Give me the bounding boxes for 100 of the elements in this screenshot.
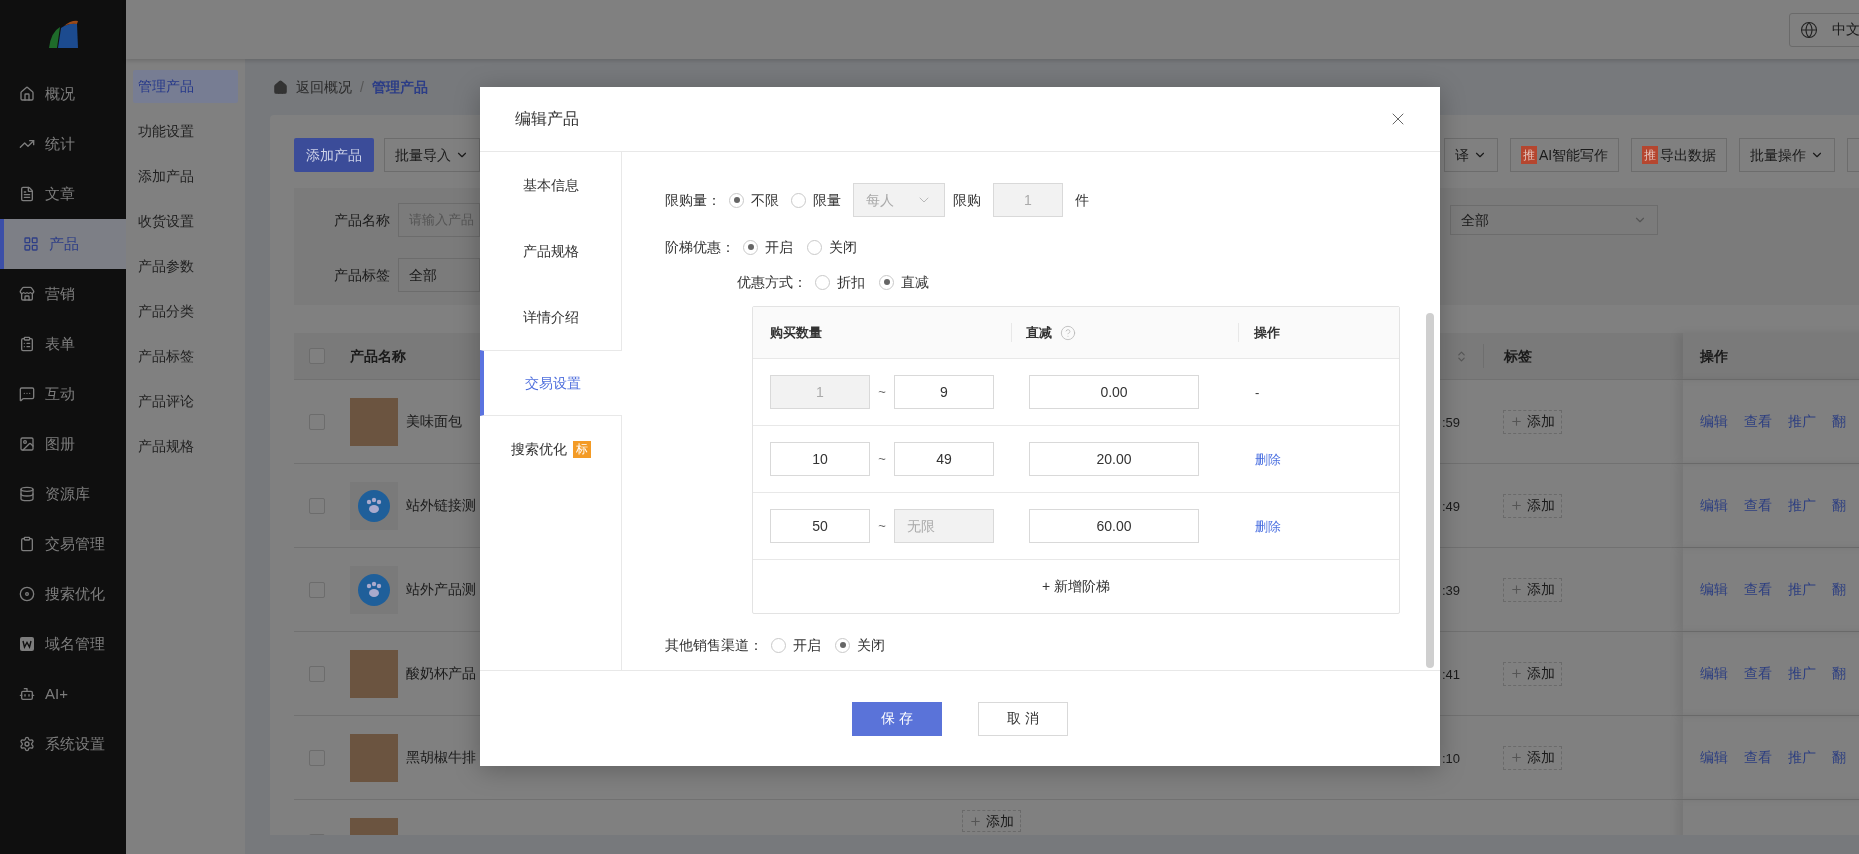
add-tag-button[interactable]: 添加 bbox=[1503, 493, 1562, 518]
add-tag-button[interactable]: 添加 bbox=[1503, 745, 1562, 770]
submenu-item[interactable]: 添加产品 bbox=[133, 160, 238, 193]
dropdown-button[interactable]: 译 bbox=[1444, 138, 1498, 172]
language-selector[interactable]: 中文 bbox=[1789, 12, 1859, 47]
nav-item[interactable]: 营销 bbox=[0, 269, 126, 319]
add-tag-button[interactable]: 添加 bbox=[1503, 577, 1562, 602]
promo-badge: 推 bbox=[1642, 146, 1659, 164]
amount-field[interactable]: 20.00 bbox=[1029, 442, 1199, 476]
product-name[interactable]: 站外链接测 bbox=[406, 495, 476, 516]
nav-item[interactable]: 表单 bbox=[0, 319, 126, 369]
batch-import-button[interactable]: 批量导入 bbox=[384, 138, 480, 172]
action-link[interactable]: 查看 bbox=[1744, 411, 1772, 432]
plus-icon bbox=[1510, 583, 1523, 596]
save-button[interactable]: 保 存 bbox=[852, 701, 942, 736]
document-icon bbox=[19, 186, 35, 202]
dialog-tab[interactable]: 交易设置 bbox=[480, 350, 622, 416]
nav-item[interactable]: 域名管理 bbox=[0, 619, 126, 669]
action-link[interactable]: 编辑 bbox=[1700, 495, 1728, 516]
nav-item[interactable]: AI+ bbox=[0, 669, 126, 719]
range-separator: ~ bbox=[877, 517, 887, 536]
tag-select[interactable]: 全部 bbox=[398, 258, 480, 292]
dialog-tab[interactable]: 搜索优化 标 bbox=[480, 416, 622, 482]
dialog-tab[interactable]: 基本信息 bbox=[480, 152, 622, 218]
action-link[interactable]: 推广 bbox=[1788, 663, 1816, 684]
action-link[interactable]: 查看 bbox=[1744, 747, 1772, 768]
submenu-item[interactable]: 产品参数 bbox=[133, 250, 238, 283]
add-tag-button[interactable]: 添加 bbox=[962, 810, 1021, 832]
nav-item[interactable]: 统计 bbox=[0, 119, 126, 169]
help-icon[interactable] bbox=[1060, 324, 1076, 341]
action-link[interactable]: 编辑 bbox=[1700, 411, 1728, 432]
filter-select[interactable]: 全部 bbox=[1450, 205, 1658, 235]
action-link[interactable]: 翻 bbox=[1832, 495, 1846, 516]
toolbar-button[interactable]: 推 AI智能写作 bbox=[1510, 138, 1620, 172]
add-tier-button[interactable]: + 新增阶梯 bbox=[1041, 576, 1111, 597]
radio-label: 不限 bbox=[751, 190, 779, 210]
action-link[interactable]: 翻 bbox=[1832, 663, 1846, 684]
add-tag-button[interactable]: 添加 bbox=[1503, 409, 1562, 434]
min-quantity-field[interactable]: 10 bbox=[770, 442, 870, 476]
add-tag-button[interactable]: 添加 bbox=[1503, 661, 1562, 686]
submenu-item[interactable]: 管理产品 bbox=[133, 70, 238, 103]
submenu-item[interactable]: 收货设置 bbox=[133, 205, 238, 238]
submenu-item[interactable]: 产品规格 bbox=[133, 430, 238, 463]
product-name[interactable]: 酸奶杯产品 bbox=[406, 663, 476, 684]
action-link[interactable]: 查看 bbox=[1744, 579, 1772, 600]
radio[interactable] bbox=[835, 637, 850, 653]
radio[interactable] bbox=[815, 274, 830, 290]
action-link[interactable]: 推广 bbox=[1788, 411, 1816, 432]
action-link[interactable]: 推广 bbox=[1788, 747, 1816, 768]
nav-item[interactable]: 图册 bbox=[0, 419, 126, 469]
action-link[interactable]: 翻 bbox=[1832, 747, 1846, 768]
scrollbar[interactable] bbox=[1426, 313, 1434, 668]
radio[interactable] bbox=[729, 192, 744, 208]
add-product-button[interactable]: 添加产品 bbox=[294, 138, 374, 172]
submenu-item[interactable]: 产品评论 bbox=[133, 385, 238, 418]
max-quantity-field[interactable]: 49 bbox=[894, 442, 994, 476]
home-icon[interactable] bbox=[273, 79, 288, 95]
breadcrumb-link[interactable]: 返回概况 bbox=[296, 76, 352, 98]
max-quantity-field[interactable]: 9 bbox=[894, 375, 994, 409]
radio[interactable] bbox=[791, 192, 806, 208]
min-quantity-field[interactable]: 50 bbox=[770, 509, 870, 543]
submenu-item[interactable]: 功能设置 bbox=[133, 115, 238, 148]
dropdown-button[interactable]: 批量操作 bbox=[1739, 138, 1836, 172]
nav-item[interactable]: 产品 bbox=[0, 219, 126, 269]
action-link[interactable]: 编辑 bbox=[1700, 579, 1728, 600]
radio[interactable] bbox=[743, 239, 758, 255]
cancel-button[interactable]: 取 消 bbox=[978, 701, 1068, 736]
action-link[interactable]: 编辑 bbox=[1700, 747, 1728, 768]
nav-item[interactable]: 搜索优化 bbox=[0, 569, 126, 619]
nav-item[interactable]: 交易管理 bbox=[0, 519, 126, 569]
product-name[interactable]: 美味面包 bbox=[406, 411, 462, 432]
product-name[interactable]: 站外产品测 bbox=[406, 579, 476, 600]
nav-item[interactable]: 资源库 bbox=[0, 469, 126, 519]
delete-link[interactable]: 删除 bbox=[1255, 519, 1281, 534]
nav-item[interactable]: 文章 bbox=[0, 169, 126, 219]
action-link[interactable]: 推广 bbox=[1788, 579, 1816, 600]
action-link[interactable]: 翻 bbox=[1832, 411, 1846, 432]
action-link[interactable]: 翻 bbox=[1832, 579, 1846, 600]
nav-item[interactable]: 互动 bbox=[0, 369, 126, 419]
dialog-tab[interactable]: 详情介绍 bbox=[480, 284, 622, 350]
column-header: 购买数量 bbox=[769, 323, 823, 342]
nav-item[interactable]: 系统设置 bbox=[0, 719, 126, 769]
radio[interactable] bbox=[879, 274, 894, 290]
dialog-tab[interactable]: 产品规格 bbox=[480, 218, 622, 284]
submenu-item[interactable]: 产品分类 bbox=[133, 295, 238, 328]
action-link[interactable]: 编辑 bbox=[1700, 663, 1728, 684]
toolbar-button[interactable]: 推 导出数据 bbox=[1631, 138, 1728, 172]
home-icon bbox=[19, 86, 35, 102]
action-link[interactable]: 查看 bbox=[1744, 663, 1772, 684]
radio[interactable] bbox=[771, 637, 786, 653]
radio[interactable] bbox=[807, 239, 822, 255]
action-link[interactable]: 推广 bbox=[1788, 495, 1816, 516]
action-link[interactable]: 查看 bbox=[1744, 495, 1772, 516]
nav-item[interactable]: 概况 bbox=[0, 69, 126, 119]
sort-icon[interactable] bbox=[1455, 349, 1468, 363]
amount-field[interactable]: 60.00 bbox=[1029, 509, 1199, 543]
amount-field[interactable]: 0.00 bbox=[1029, 375, 1199, 409]
submenu-item[interactable]: 产品标签 bbox=[133, 340, 238, 373]
product-name[interactable]: 黑胡椒牛排 bbox=[406, 747, 476, 768]
delete-link[interactable]: 删除 bbox=[1255, 452, 1281, 467]
